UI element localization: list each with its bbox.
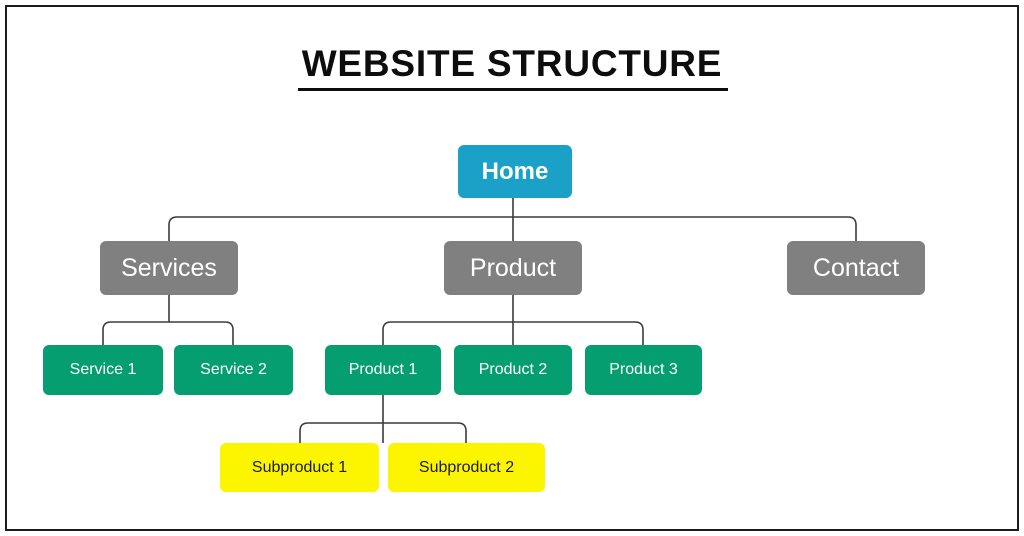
node-product-1-label: Product 1 xyxy=(348,361,418,378)
node-service-2[interactable]: Service 2 xyxy=(174,345,293,395)
node-subproduct-2-label: Subproduct 2 xyxy=(418,458,515,476)
node-home[interactable]: Home xyxy=(458,145,572,198)
node-product-3-label: Product 3 xyxy=(609,361,678,378)
connector-services-to-children xyxy=(102,321,234,345)
node-subproduct-1-label: Subproduct 1 xyxy=(251,458,348,476)
node-contact[interactable]: Contact xyxy=(787,241,925,295)
diagram-canvas: WEBSITE STRUCTURE Home Services Product … xyxy=(0,0,1024,536)
node-product[interactable]: Product xyxy=(444,241,582,295)
node-subproduct-2[interactable]: Subproduct 2 xyxy=(388,443,545,492)
node-product-3[interactable]: Product 3 xyxy=(585,345,702,395)
node-product-2-label: Product 2 xyxy=(478,361,548,378)
node-service-2-label: Service 2 xyxy=(200,361,267,378)
node-product-label: Product xyxy=(469,253,557,282)
node-services[interactable]: Services xyxy=(100,241,238,295)
node-contact-label: Contact xyxy=(812,253,900,282)
node-product-1[interactable]: Product 1 xyxy=(325,345,441,395)
node-home-label: Home xyxy=(481,157,549,185)
node-service-1-label: Service 1 xyxy=(69,361,137,378)
node-product-2[interactable]: Product 2 xyxy=(454,345,572,395)
node-services-label: Services xyxy=(121,253,217,282)
node-subproduct-1[interactable]: Subproduct 1 xyxy=(220,443,379,492)
node-service-1[interactable]: Service 1 xyxy=(43,345,163,395)
